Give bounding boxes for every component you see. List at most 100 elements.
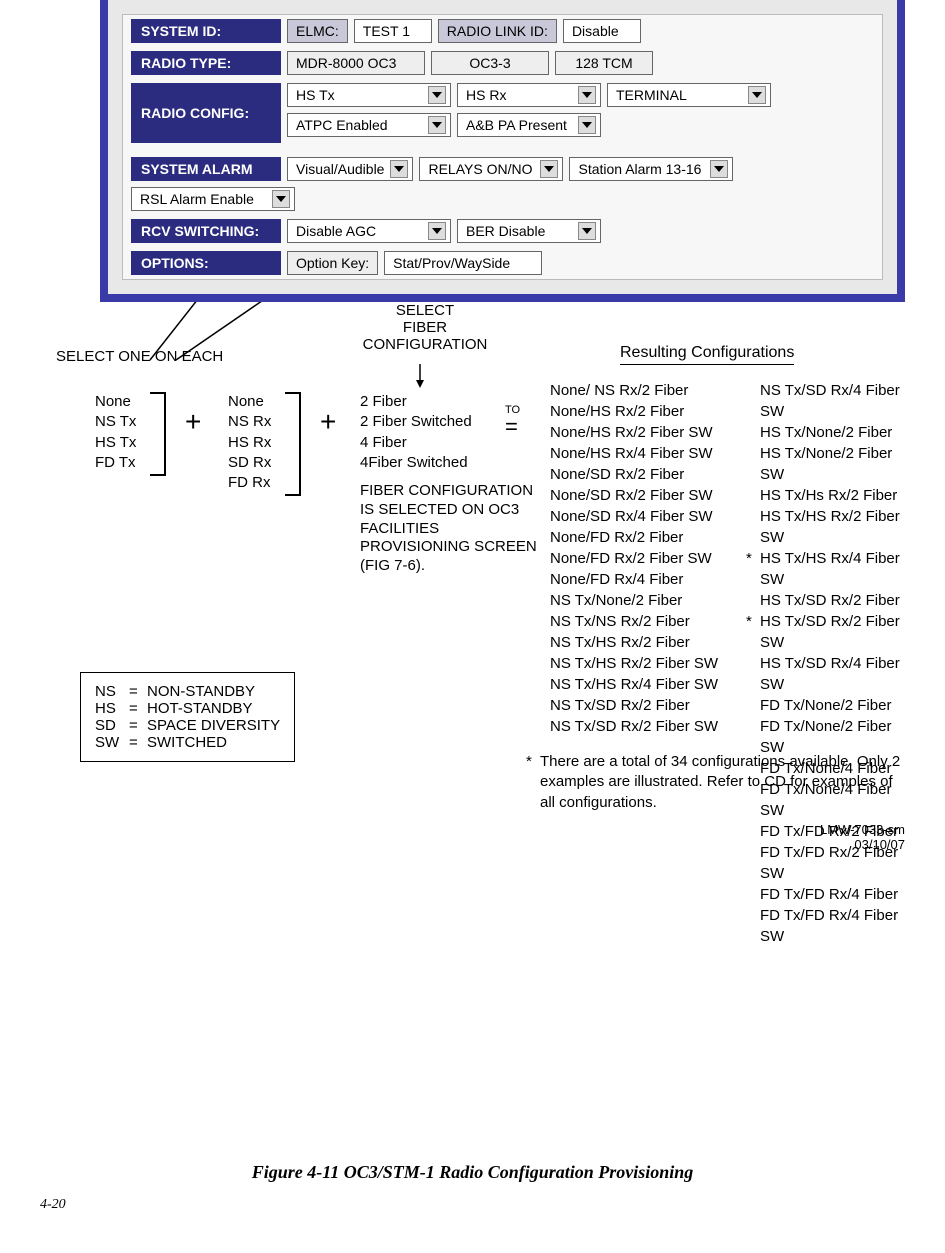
rsl-alarm-dropdown[interactable]: RSL Alarm Enable	[131, 187, 295, 211]
list-item: HS Tx/Hs Rx/2 Fiber	[760, 485, 905, 506]
list-item: NS Rx	[228, 412, 271, 432]
ab-pa-label: A&B PA Present	[466, 117, 567, 133]
plus-symbol: +	[185, 406, 201, 438]
list-item: 2 Fiber	[360, 392, 472, 412]
ab-pa-dropdown[interactable]: A&B PA Present	[457, 113, 601, 137]
list-item: None/FD Rx/4 Fiber	[550, 569, 718, 590]
system-alarm-label: SYSTEM ALARM	[131, 157, 281, 181]
list-item: NS Tx/SD Rx/2 Fiber SW	[550, 716, 718, 737]
list-item: HS Rx	[228, 433, 271, 453]
option-key-label: Option Key:	[287, 251, 378, 275]
list-item: None/HS Rx/4 Fiber SW	[550, 443, 718, 464]
legend-row: SW=SWITCHED	[95, 734, 280, 751]
chevron-down-icon	[390, 160, 408, 178]
select-one-label: SELECT ONE ON EACH	[56, 348, 223, 365]
legend-row: HS=HOT-STANDBY	[95, 700, 280, 717]
list-item: None/SD Rx/4 Fiber SW	[550, 506, 718, 527]
list-item: NS Tx/None/2 Fiber	[550, 590, 718, 611]
hs-rx-dropdown[interactable]: HS Rx	[457, 83, 601, 107]
plus-symbol: +	[320, 406, 336, 438]
fiber-note: FIBER CONFIGURATION IS SELECTED ON OC3 F…	[360, 482, 540, 576]
text: LMW-7033-sm	[820, 822, 905, 837]
list-item: HS Tx/SD Rx/4 Fiber SW	[760, 653, 905, 695]
chevron-down-icon	[428, 86, 446, 104]
list-item: NS Tx/HS Rx/4 Fiber SW	[550, 674, 718, 695]
list-item: None/ NS Rx/2 Fiber	[550, 380, 718, 401]
list-item: None/SD Rx/2 Fiber SW	[550, 485, 718, 506]
visual-audible-dropdown[interactable]: Visual/Audible	[287, 157, 413, 181]
radio-type-b: OC3-3	[431, 51, 549, 75]
ber-disable-dropdown[interactable]: BER Disable	[457, 219, 601, 243]
fiber-list: 2 Fiber2 Fiber Switched4 Fiber4Fiber Swi…	[360, 392, 472, 473]
results-left-column: None/ NS Rx/2 FiberNone/HS Rx/2 FiberNon…	[550, 380, 718, 737]
list-item: FD Tx/FD Rx/4 Fiber	[760, 884, 905, 905]
text: FIBER	[360, 319, 490, 336]
star: *	[526, 752, 532, 772]
list-item: None/SD Rx/2 Fiber	[550, 464, 718, 485]
rcv-switching-label: RCV SWITCHING:	[131, 219, 281, 243]
bracket	[150, 392, 166, 476]
legend-row: NS=NON-STANDBY	[95, 683, 280, 700]
footnote-text: There are a total of 34 configurations a…	[540, 753, 900, 811]
radio-type-c: 128 TCM	[555, 51, 653, 75]
list-item: None/HS Rx/2 Fiber	[550, 401, 718, 422]
list-item: NS Tx/SD Rx/2 Fiber	[550, 695, 718, 716]
hs-tx-dropdown[interactable]: HS Tx	[287, 83, 451, 107]
list-item: None	[228, 392, 271, 412]
list-item: None	[95, 392, 136, 412]
list-item: HS Tx/None/2 Fiber SW	[760, 443, 905, 485]
list-item: FD Tx/FD Rx/4 Fiber SW	[760, 905, 905, 947]
disable-agc-label: Disable AGC	[296, 223, 376, 239]
legend-row: SD=SPACE DIVERSITY	[95, 717, 280, 734]
relays-dropdown[interactable]: RELAYS ON/NO	[419, 157, 563, 181]
list-item: NS Tx/HS Rx/2 Fiber	[550, 632, 718, 653]
star-marker: *	[746, 548, 752, 569]
tx-list: NoneNS TxHS TxFD Tx	[95, 392, 136, 473]
ber-disable-label: BER Disable	[466, 223, 545, 239]
hs-rx-label: HS Rx	[466, 87, 506, 103]
doc-id: LMW-7033-sm 03/10/07	[820, 822, 905, 852]
star-marker: *	[746, 611, 752, 632]
list-item: NS Tx/NS Rx/2 Fiber	[550, 611, 718, 632]
config-panel: SYSTEM ID: ELMC: TEST 1 RADIO LINK ID: D…	[100, 0, 905, 302]
results-right-column: NS Tx/SD Rx/4 Fiber SWHS Tx/None/2 Fiber…	[760, 380, 905, 947]
list-item: None/FD Rx/2 Fiber	[550, 527, 718, 548]
list-item: FD Tx	[95, 453, 136, 473]
chevron-down-icon	[578, 222, 596, 240]
visual-audible-label: Visual/Audible	[296, 161, 384, 177]
list-item: 4Fiber Switched	[360, 453, 472, 473]
option-key-value[interactable]: Stat/Prov/WaySide	[384, 251, 542, 275]
list-item: NS Tx/SD Rx/4 Fiber SW	[760, 380, 905, 422]
page-number: 4-20	[40, 1197, 905, 1213]
list-item: 4 Fiber	[360, 433, 472, 453]
list-item: NS Tx	[95, 412, 136, 432]
list-item: *HS Tx/HS Rx/4 Fiber SW	[760, 548, 905, 590]
rsl-alarm-label: RSL Alarm Enable	[140, 191, 254, 207]
terminal-label: TERMINAL	[616, 87, 687, 103]
chevron-down-icon	[578, 116, 596, 134]
list-item: 2 Fiber Switched	[360, 412, 472, 432]
radio-type-a: MDR-8000 OC3	[287, 51, 425, 75]
atpc-label: ATPC Enabled	[296, 117, 388, 133]
text: 03/10/07	[820, 837, 905, 852]
text: SELECT	[360, 302, 490, 319]
chevron-down-icon	[540, 160, 558, 178]
disable-agc-dropdown[interactable]: Disable AGC	[287, 219, 451, 243]
list-item: HS Tx/None/2 Fiber	[760, 422, 905, 443]
atpc-dropdown[interactable]: ATPC Enabled	[287, 113, 451, 137]
terminal-dropdown[interactable]: TERMINAL	[607, 83, 771, 107]
diagram-area: SELECT ONE ON EACH SELECT FIBER CONFIGUR…	[40, 302, 905, 902]
list-item: None/HS Rx/2 Fiber SW	[550, 422, 718, 443]
text: CONFIGURATION	[360, 336, 490, 353]
elmc-value[interactable]: TEST 1	[354, 19, 432, 43]
radio-config-label: RADIO CONFIG:	[131, 83, 281, 143]
list-item: HS Tx/HS Rx/2 Fiber SW	[760, 506, 905, 548]
elmc-label: ELMC:	[287, 19, 348, 43]
legend-box: NS=NON-STANDBYHS=HOT-STANDBYSD=SPACE DIV…	[80, 672, 295, 762]
options-label: OPTIONS:	[131, 251, 281, 275]
chevron-down-icon	[710, 160, 728, 178]
list-item: None/FD Rx/2 Fiber SW	[550, 548, 718, 569]
chevron-down-icon	[428, 116, 446, 134]
station-alarm-dropdown[interactable]: Station Alarm 13-16	[569, 157, 733, 181]
radio-link-id-value[interactable]: Disable	[563, 19, 641, 43]
